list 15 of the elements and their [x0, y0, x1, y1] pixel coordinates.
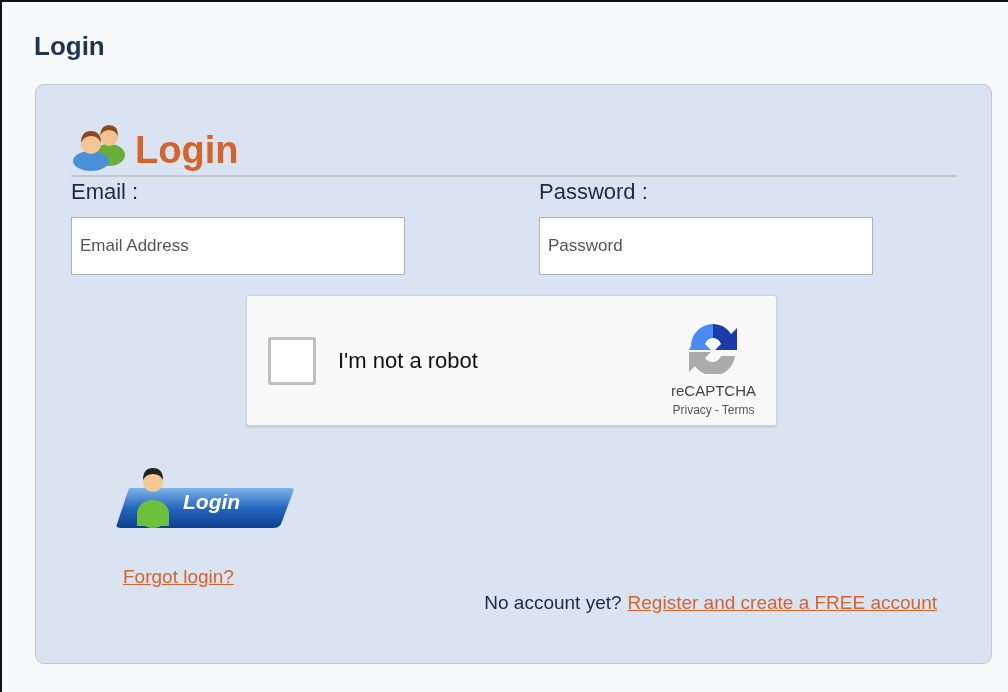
email-label: Email :	[71, 179, 139, 205]
separator-text: -	[714, 403, 719, 417]
captcha-label: I'm not a robot	[338, 347, 479, 374]
password-label: Password :	[539, 179, 648, 205]
register-prompt: No account yet?	[484, 592, 622, 614]
login-heading: Login	[135, 129, 239, 171]
page-title: Login	[34, 30, 105, 62]
password-field[interactable]: Password	[539, 217, 873, 275]
terms-link[interactable]: Terms	[721, 403, 755, 417]
register-link[interactable]: Register and create a FREE account	[627, 592, 937, 614]
forgot-login-link[interactable]: Forgot login?	[123, 566, 234, 588]
email-field[interactable]: Email Address	[71, 217, 405, 275]
recaptcha-brand: reCAPTCHA	[671, 382, 756, 399]
captcha-checkbox[interactable]	[268, 336, 316, 385]
privacy-link[interactable]: Privacy	[672, 403, 712, 417]
